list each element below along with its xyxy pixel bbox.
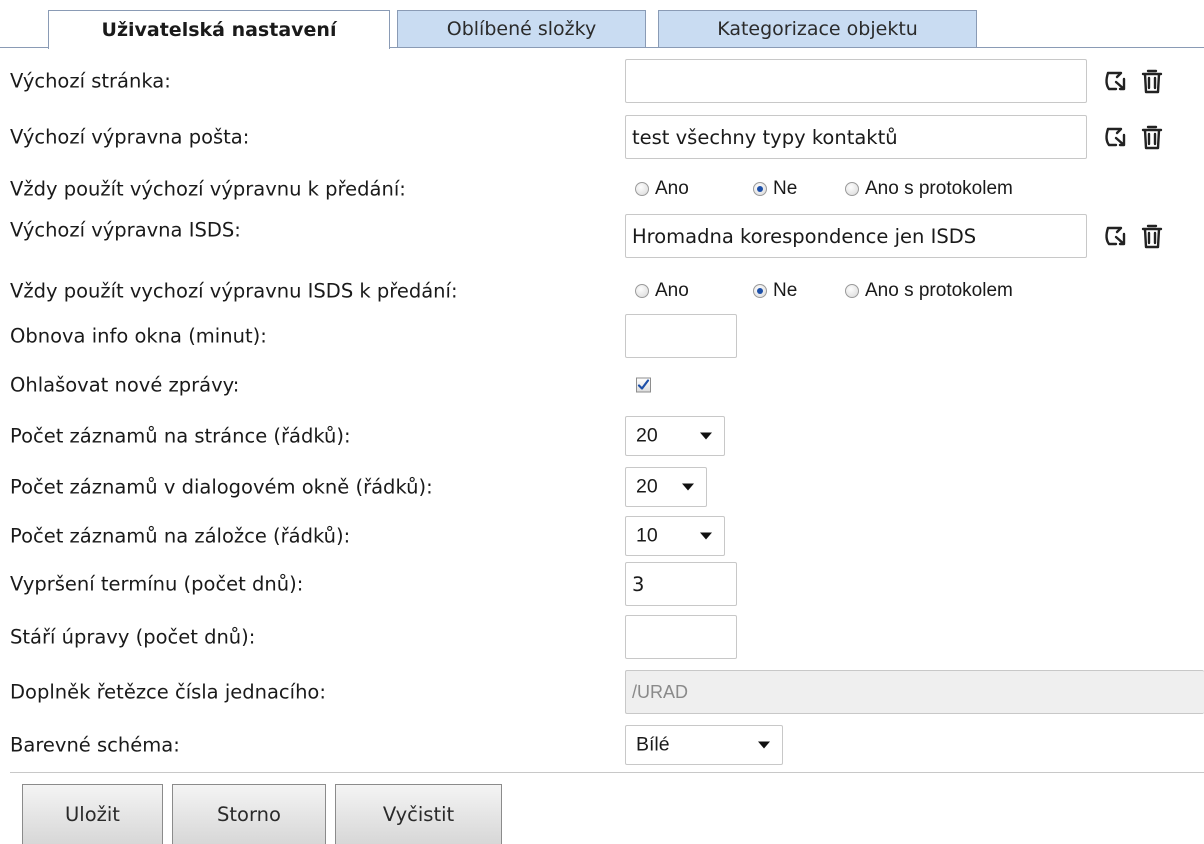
info-refresh-input[interactable] [625, 314, 737, 358]
radio-ne[interactable] [753, 182, 767, 196]
tab-object-categorization[interactable]: Kategorizace objektu [658, 10, 977, 47]
announce-messages-checkbox[interactable] [636, 377, 651, 393]
row-announce-messages: Ohlašovat nové zprávy: [0, 362, 1204, 408]
radio-label-ne: Ne [773, 280, 798, 301]
radio-option-ne[interactable]: Ne [753, 178, 797, 200]
radio-ano[interactable] [635, 284, 649, 298]
rows-per-page-select[interactable]: 20 [625, 416, 725, 456]
row-always-use-dispatch: Vždy použít výchozí výpravnu k předání: … [0, 166, 1204, 212]
info-refresh-label: Obnova info okna (minut): [10, 324, 267, 348]
trash-icon[interactable] [1139, 123, 1165, 151]
radio-ne[interactable] [753, 284, 767, 298]
row-rows-per-page: Počet záznamů na stránce (řádků): 20 [0, 413, 1204, 459]
select-arrow-icon[interactable] [1103, 123, 1129, 151]
default-isds-label: Výchozí výpravna ISDS: [10, 218, 241, 242]
rows-per-tab-label: Počet záznamů na záložce (řádků): [10, 524, 351, 548]
trash-icon[interactable] [1139, 222, 1165, 250]
row-deadline-expiry: Vypršení termínu (počet dnů): [0, 561, 1204, 607]
select-arrow-icon[interactable] [1103, 222, 1129, 250]
row-rows-per-dialog: Počet záznamů v dialogovém okně (řádků):… [0, 464, 1204, 510]
rows-per-tab-select[interactable]: 10 [625, 516, 725, 556]
color-scheme-label: Barevné schéma: [10, 733, 180, 757]
edit-age-input[interactable] [625, 615, 737, 659]
clear-button[interactable]: Vyčistit [335, 784, 502, 844]
radio-option-ne[interactable]: Ne [753, 280, 797, 302]
radio-label-ano: Ano [655, 280, 689, 301]
radio-ano-protokol[interactable] [845, 182, 859, 196]
radio-ano[interactable] [635, 182, 649, 196]
save-button[interactable]: Uložit [22, 784, 163, 844]
color-scheme-select[interactable]: Bílé [625, 725, 783, 765]
always-use-isds-label: Vždy použít vychozí výpravnu ISDS k před… [10, 279, 458, 303]
radio-option-ano[interactable]: Ano [635, 280, 689, 302]
cancel-button[interactable]: Storno [172, 784, 326, 844]
row-color-scheme: Barevné schéma: Bílé [0, 722, 1204, 768]
default-dispatch-label: Výchozí výpravna pošta: [10, 125, 250, 149]
row-rows-per-tab: Počet záznamů na záložce (řádků): 10 [0, 513, 1204, 559]
ref-number-suffix-label: Doplněk řetězce čísla jednacího: [10, 680, 326, 704]
edit-age-label: Stáří úpravy (počet dnů): [10, 625, 256, 649]
announce-messages-label: Ohlašovat nové zprávy: [10, 373, 240, 397]
row-default-page: Výchozí stránka: [0, 58, 1204, 104]
tab-user-settings[interactable]: Uživatelská nastavení [48, 10, 390, 49]
radio-option-ano-protokol[interactable]: Ano s protokolem [845, 280, 1013, 302]
select-arrow-icon[interactable] [1103, 67, 1129, 95]
default-isds-input[interactable] [625, 214, 1087, 258]
rows-per-dialog-value: 20 [636, 475, 658, 498]
default-page-label: Výchozí stránka: [10, 69, 171, 93]
row-default-dispatch: Výchozí výpravna pošta: [0, 114, 1204, 160]
radio-option-ano-protokol[interactable]: Ano s protokolem [845, 178, 1013, 200]
dropdown-arrow-icon [700, 532, 712, 540]
radio-label-ano: Ano [655, 178, 689, 199]
rows-per-dialog-select[interactable]: 20 [625, 467, 707, 507]
form-divider [10, 772, 1204, 773]
default-dispatch-input[interactable] [625, 115, 1087, 159]
radio-option-ano[interactable]: Ano [635, 178, 689, 200]
dropdown-arrow-icon [682, 483, 694, 491]
row-info-refresh: Obnova info okna (minut): [0, 313, 1204, 359]
rows-per-page-value: 20 [636, 424, 658, 447]
tab-bar: Uživatelská nastavení Oblíbené složky Ka… [0, 0, 1204, 49]
color-scheme-value: Bílé [636, 733, 670, 756]
default-page-input[interactable] [625, 59, 1087, 103]
deadline-expiry-input[interactable] [625, 562, 737, 606]
radio-label-ne: Ne [773, 178, 798, 199]
row-ref-number-suffix: Doplněk řetězce čísla jednacího: [0, 669, 1204, 715]
rows-per-tab-value: 10 [636, 524, 658, 547]
dropdown-arrow-icon [758, 741, 770, 749]
rows-per-dialog-label: Počet záznamů v dialogovém okně (řádků): [10, 475, 433, 499]
tab-favorite-folders[interactable]: Oblíbené složky [397, 10, 646, 47]
always-use-dispatch-label: Vždy použít výchozí výpravnu k předání: [10, 177, 406, 201]
row-default-isds: Výchozí výpravna ISDS: [0, 213, 1204, 259]
deadline-expiry-label: Vypršení termínu (počet dnů): [10, 572, 304, 596]
ref-number-suffix-input [625, 670, 1204, 714]
row-always-use-isds: Vždy použít vychozí výpravnu ISDS k před… [0, 268, 1204, 314]
radio-label-ano-protokol: Ano s protokolem [865, 178, 1013, 199]
rows-per-page-label: Počet záznamů na stránce (řádků): [10, 424, 351, 448]
dropdown-arrow-icon [700, 432, 712, 440]
trash-icon[interactable] [1139, 67, 1165, 95]
radio-label-ano-protokol: Ano s protokolem [865, 280, 1013, 301]
radio-ano-protokol[interactable] [845, 284, 859, 298]
row-edit-age: Stáří úpravy (počet dnů): [0, 614, 1204, 660]
